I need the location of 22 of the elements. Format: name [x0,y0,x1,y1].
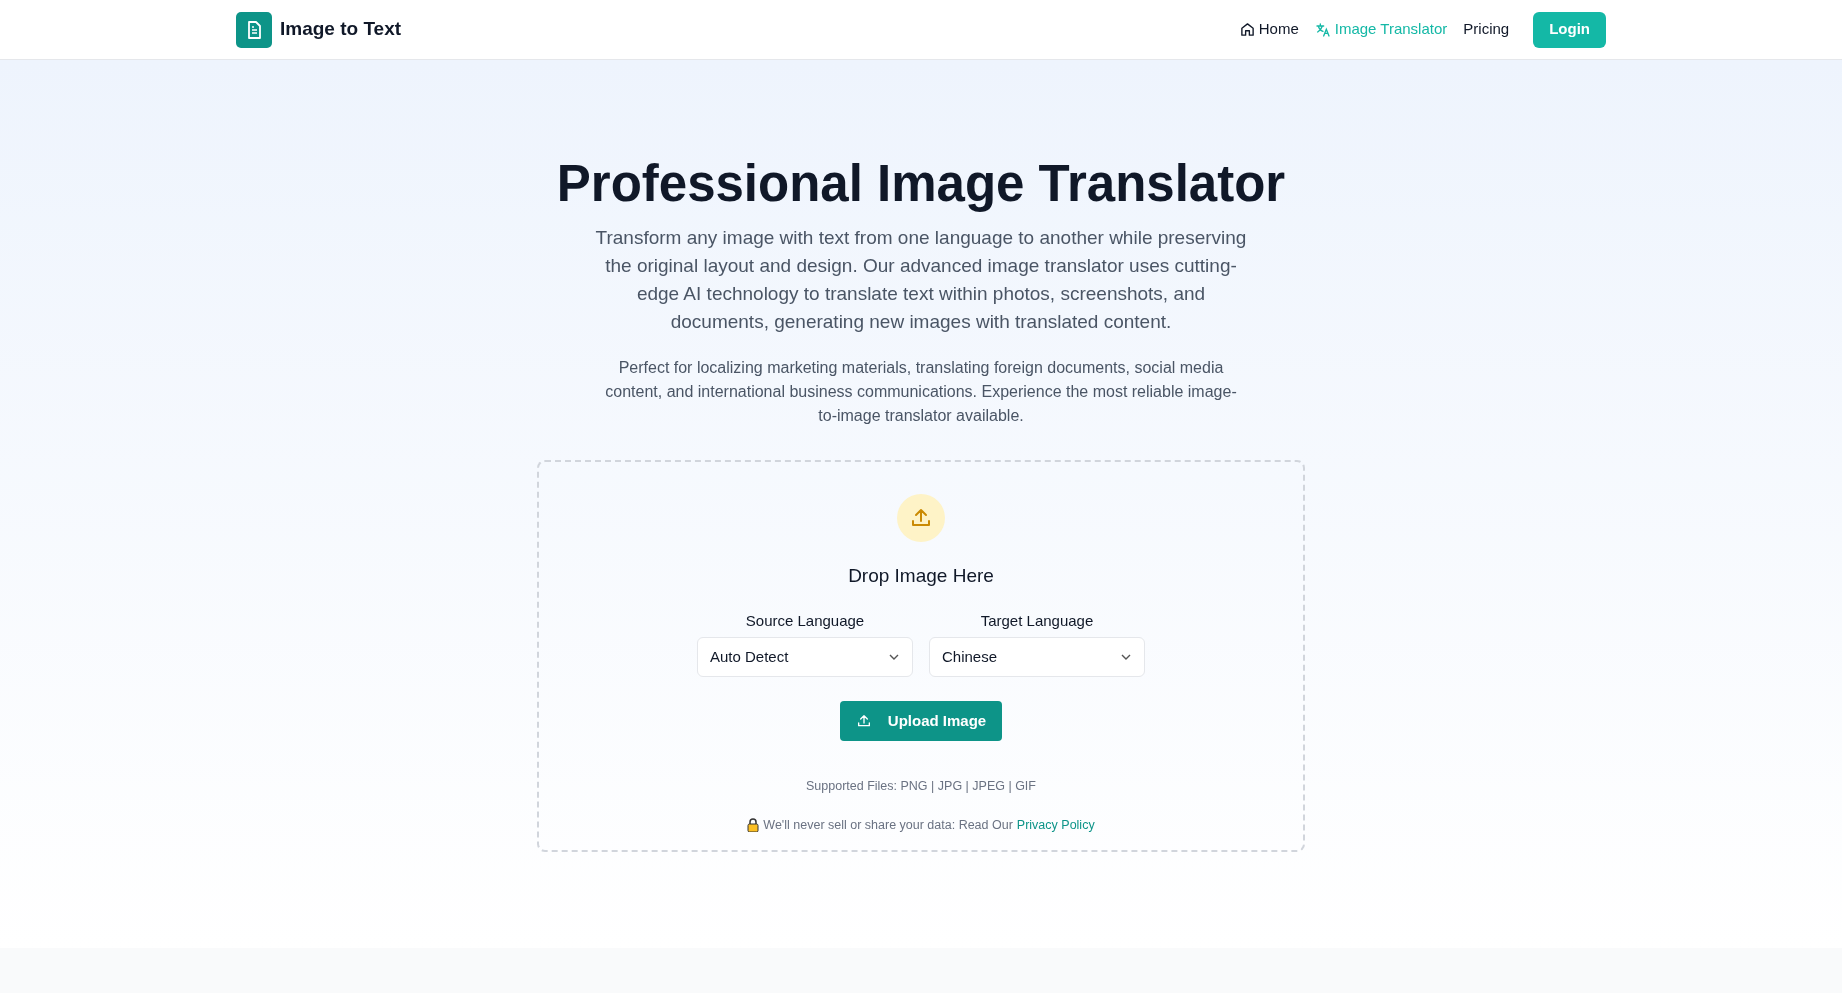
privacy-note: We'll never sell or share your data: Read Our [763,816,1013,834]
home-icon [1239,22,1255,37]
language-select[interactable]: Auto Detect [697,636,913,677]
upload-button[interactable]: Upload Image [839,700,1003,741]
intro-paragraph: Transform any image with text from one language to another while preserving the original layout and design. Our advanced image translator uses cutting-edge AI technology to translate text within photos, screenshots, and documents, generating new images with translated content. [594,225,1248,334]
document-logo-icon [236,11,272,48]
site-title: Image to Text [280,17,402,42]
supported-files-text: Supported Files: PNG | JPG | JPEG | GIF [806,777,1036,795]
upload-icon [897,493,945,542]
upload-icon [855,712,872,729]
drop-zone[interactable]: Drop Image Here Source Language Auto Detect Target Language Chinese Upload Image Supported Files: PNG | JPG | JPEG | GIF We'll never sell or share your data: Read Our Privacy Policy [537,459,1305,852]
description-paragraph: Perfect for localizing marketing materials, translating foreign documents, social media content, and international business communications. Experience the most reliable image-to-image translator available. [604,357,1238,426]
select-label: Source Language [745,611,865,632]
translate-icon [1314,21,1331,38]
select-label: Target Language [980,611,1094,632]
nav-link[interactable]: Pricing [1463,18,1510,41]
lock-icon [747,817,760,832]
nav-link[interactable]: Home [1239,18,1299,41]
language-select[interactable]: Chinese [929,636,1145,677]
privacy-policy-link[interactable]: Privacy Policy [1016,815,1095,835]
drop-title: Drop Image Here [848,563,994,588]
page-heading: Professional Image Translator [556,154,1286,214]
